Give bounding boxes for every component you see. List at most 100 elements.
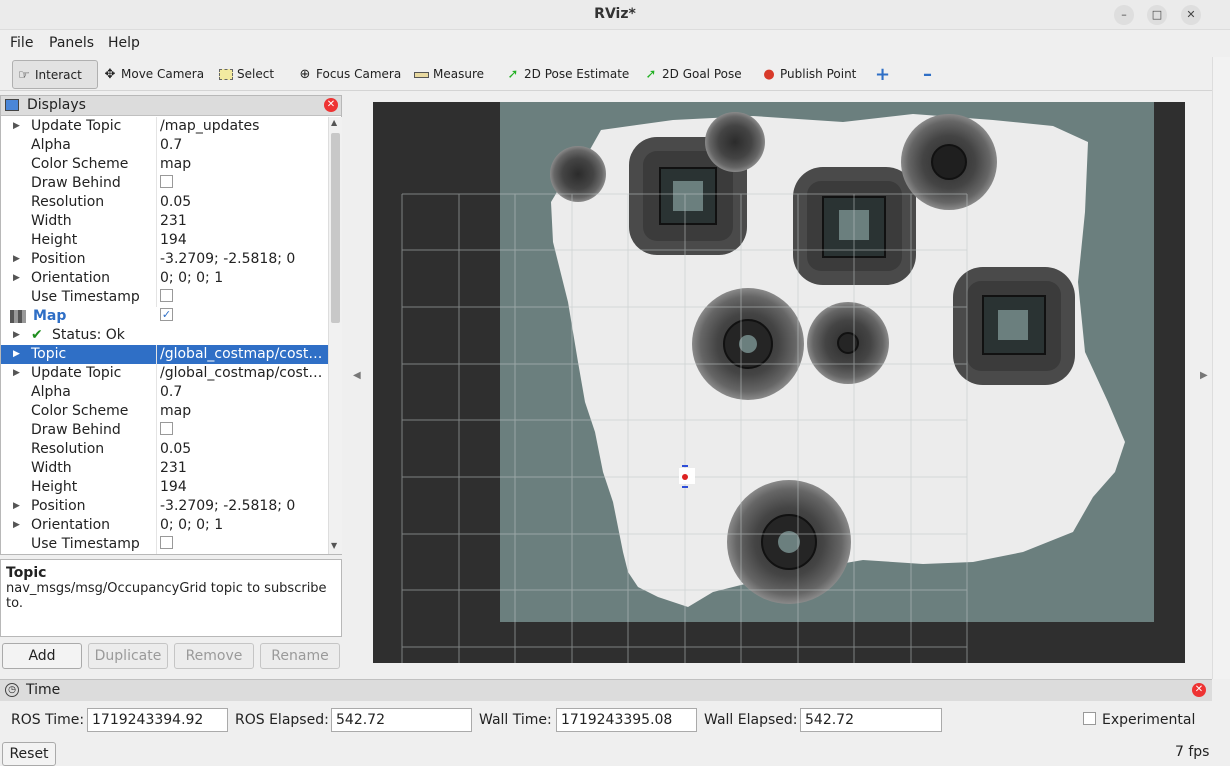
expand-arrow-icon[interactable]: ▶ bbox=[13, 326, 20, 345]
property-row[interactable]: Height 194 bbox=[1, 231, 328, 250]
wall-time-label: Wall Time: bbox=[479, 712, 552, 728]
status-ok-icon: ✔ bbox=[31, 327, 43, 343]
menu-panels[interactable]: Panels bbox=[49, 35, 94, 51]
close-icon[interactable]: ✕ bbox=[1181, 5, 1201, 25]
property-row[interactable]: ▶ Update Topic/map_updates bbox=[1, 117, 328, 136]
scroll-thumb[interactable] bbox=[331, 133, 340, 323]
property-value[interactable]: 0; 0; 0; 1 bbox=[160, 269, 326, 288]
render-view[interactable] bbox=[373, 102, 1185, 663]
property-checkbox[interactable]: ✓ bbox=[160, 308, 173, 321]
expand-arrow-icon[interactable]: ▶ bbox=[13, 345, 20, 364]
property-row[interactable]: Height 194 bbox=[1, 478, 328, 497]
property-value[interactable] bbox=[160, 174, 326, 193]
ros-elapsed-field[interactable]: 542.72 bbox=[331, 708, 472, 732]
focus-camera-icon: ⊕ bbox=[299, 67, 311, 82]
add-button[interactable]: Add bbox=[2, 643, 82, 669]
displays-panel: Displays ✕ ▶ Update Topic/map_updates Alph… bbox=[0, 95, 342, 555]
property-value[interactable]: 194 bbox=[160, 478, 326, 497]
expand-arrow-icon[interactable]: ▶ bbox=[13, 497, 20, 516]
property-row[interactable]: Color Scheme map bbox=[1, 155, 328, 174]
property-value[interactable]: 0.7 bbox=[160, 136, 326, 155]
close-displays-icon[interactable]: ✕ bbox=[324, 98, 338, 112]
pose-estimate-tool-button[interactable]: ➚ 2D Pose Estimate bbox=[505, 60, 630, 89]
property-value[interactable]: 0.05 bbox=[160, 193, 326, 212]
display-item-map[interactable]: Map ✓ bbox=[1, 307, 328, 326]
ros-time-field[interactable]: 1719243394.92 bbox=[87, 708, 228, 732]
close-time-panel-icon[interactable]: ✕ bbox=[1192, 683, 1206, 697]
expand-arrow-icon[interactable]: ▶ bbox=[13, 516, 20, 535]
collapse-left-icon[interactable]: ◀ bbox=[353, 370, 361, 381]
property-row[interactable]: Resolution 0.05 bbox=[1, 440, 328, 459]
property-checkbox[interactable] bbox=[160, 175, 173, 188]
reset-button[interactable]: Reset bbox=[2, 742, 56, 766]
property-key: Alpha bbox=[31, 384, 71, 400]
property-row[interactable]: Width 231 bbox=[1, 459, 328, 478]
property-row[interactable]: Resolution 0.05 bbox=[1, 193, 328, 212]
property-row[interactable]: Color Scheme map bbox=[1, 402, 328, 421]
property-value[interactable]: 0.7 bbox=[160, 383, 326, 402]
property-value[interactable]: ✓ bbox=[160, 307, 326, 326]
add-tool-icon[interactable]: + bbox=[875, 60, 890, 89]
property-row[interactable]: ▶ Update Topic/global_costmap/cost… bbox=[1, 364, 328, 383]
select-tool-button[interactable]: Select bbox=[219, 60, 274, 89]
menu-file[interactable]: File bbox=[10, 35, 33, 51]
collapse-right-icon[interactable]: ▶ bbox=[1200, 370, 1208, 381]
maximize-icon[interactable]: □ bbox=[1147, 5, 1167, 25]
duplicate-button[interactable]: Duplicate bbox=[88, 643, 168, 669]
property-row[interactable]: ▶ Orientation 0; 0; 0; 1 bbox=[1, 269, 328, 288]
property-row[interactable]: ▶ Position -3.2709; -2.5818; 0 bbox=[1, 497, 328, 516]
property-row[interactable]: ▶ Orientation 0; 0; 0; 1 bbox=[1, 516, 328, 535]
property-value[interactable]: 194 bbox=[160, 231, 326, 250]
goal-pose-tool-button[interactable]: ➚ 2D Goal Pose bbox=[643, 60, 742, 89]
property-row[interactable]: Alpha 0.7 bbox=[1, 136, 328, 155]
measure-tool-button[interactable]: Measure bbox=[414, 60, 484, 89]
property-row[interactable]: Use Timestamp bbox=[1, 288, 328, 307]
time-panel: ROS Time: 1719243394.92 ROS Elapsed: 542… bbox=[0, 702, 1212, 740]
property-value[interactable]: /map_updates bbox=[160, 117, 326, 136]
wall-time-field[interactable]: 1719243395.08 bbox=[556, 708, 697, 732]
menu-help[interactable]: Help bbox=[108, 35, 140, 51]
property-value[interactable]: 231 bbox=[160, 212, 326, 231]
property-value[interactable]: 0.05 bbox=[160, 440, 326, 459]
property-row[interactable]: Draw Behind bbox=[1, 174, 328, 193]
scroll-down-icon[interactable]: ▼ bbox=[331, 541, 337, 550]
property-value[interactable]: /global_costmap/cost… bbox=[160, 345, 326, 364]
scroll-up-icon[interactable]: ▲ bbox=[331, 118, 337, 127]
remove-button[interactable]: Remove bbox=[174, 643, 254, 669]
focus-camera-tool-button[interactable]: ⊕ Focus Camera bbox=[297, 60, 402, 89]
experimental-checkbox[interactable] bbox=[1083, 712, 1096, 725]
property-row[interactable]: Draw Behind bbox=[1, 421, 328, 440]
property-value[interactable]: map bbox=[160, 402, 326, 421]
property-value[interactable] bbox=[160, 421, 326, 440]
property-value[interactable]: -3.2709; -2.5818; 0 bbox=[160, 250, 326, 269]
property-row[interactable]: ▶ ✔ Status: Ok bbox=[1, 326, 328, 345]
property-value[interactable] bbox=[160, 535, 326, 554]
property-value[interactable]: /global_costmap/cost… bbox=[160, 364, 326, 383]
property-checkbox[interactable] bbox=[160, 289, 173, 302]
move-camera-tool-button[interactable]: ✥ Move Camera bbox=[102, 60, 205, 89]
property-value[interactable] bbox=[160, 288, 326, 307]
property-value[interactable]: map bbox=[160, 155, 326, 174]
property-row[interactable]: ▶ Topic/global_costmap/cost… bbox=[1, 345, 328, 364]
property-checkbox[interactable] bbox=[160, 422, 173, 435]
property-row[interactable]: Use Timestamp bbox=[1, 535, 328, 554]
property-value[interactable]: -3.2709; -2.5818; 0 bbox=[160, 497, 326, 516]
publish-point-tool-button[interactable]: ● Publish Point bbox=[761, 60, 856, 89]
interact-tool-button[interactable]: ☞ Interact bbox=[12, 60, 98, 89]
wall-elapsed-field[interactable]: 542.72 bbox=[800, 708, 942, 732]
displays-scrollbar[interactable]: ▲ ▼ bbox=[328, 117, 342, 554]
property-row[interactable]: Width 231 bbox=[1, 212, 328, 231]
remove-tool-icon[interactable]: – bbox=[923, 60, 932, 89]
expand-arrow-icon[interactable]: ▶ bbox=[13, 117, 20, 136]
expand-arrow-icon[interactable]: ▶ bbox=[13, 269, 20, 288]
property-value[interactable]: 231 bbox=[160, 459, 326, 478]
property-row[interactable]: ▶ Position -3.2709; -2.5818; 0 bbox=[1, 250, 328, 269]
rename-button[interactable]: Rename bbox=[260, 643, 340, 669]
property-value[interactable]: 0; 0; 0; 1 bbox=[160, 516, 326, 535]
costmap-canvas[interactable] bbox=[373, 102, 1185, 663]
expand-arrow-icon[interactable]: ▶ bbox=[13, 250, 20, 269]
property-row[interactable]: Alpha 0.7 bbox=[1, 383, 328, 402]
minimize-icon[interactable]: – bbox=[1114, 5, 1134, 25]
expand-arrow-icon[interactable]: ▶ bbox=[13, 364, 20, 383]
property-checkbox[interactable] bbox=[160, 536, 173, 549]
